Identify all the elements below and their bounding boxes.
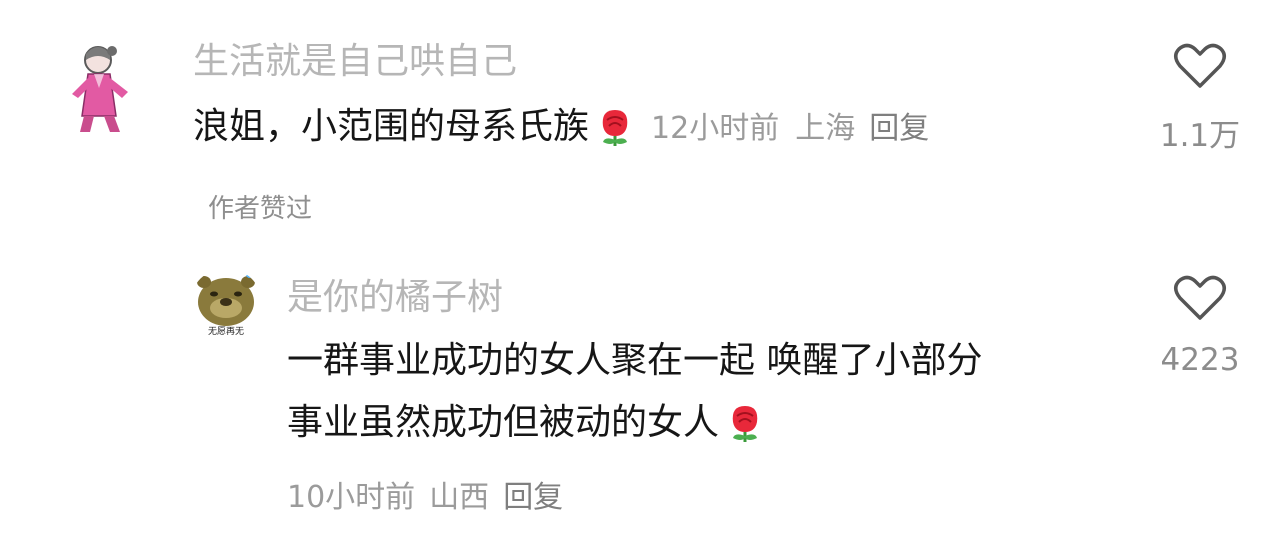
rose-icon	[595, 104, 635, 168]
comment-text-line: 一群事业成功的女人聚在一起 唤醒了小部分	[287, 340, 983, 381]
heart-icon[interactable]	[1173, 274, 1227, 322]
comment-1: 生活就是自己哄自己 浪姐，小范围的母系氏族 12小时前 上海 回复 1.1万 作者赞…	[0, 0, 1278, 230]
author-liked-badge: 作者赞过	[208, 194, 313, 224]
comment-username[interactable]: 是你的橘子树	[287, 276, 503, 320]
comment-text: 浪姐，小范围的母系氏族 12小时前 上海 回复	[193, 96, 929, 168]
comment-username[interactable]: 生活就是自己哄自己	[193, 40, 517, 84]
avatar-figure-icon	[72, 46, 128, 132]
comment-text: 一群事业成功的女人聚在一起 唤醒了小部分 事业虽然成功但被动的女人	[287, 330, 982, 464]
like-count: 4223	[1160, 342, 1240, 378]
like-area: 1.1万	[1145, 42, 1255, 155]
avatar[interactable]: 无愿再无	[190, 268, 262, 340]
comment-2: 无愿再无 是你的橘子树 一群事业成功的女人聚在一起 唤醒了小部分 事业虽然成功但…	[0, 250, 1278, 536]
comment-time: 12小时前	[651, 111, 780, 146]
comment-location: 上海	[795, 111, 856, 146]
comment-text-line-2: 事业虽然成功但被动的女人	[287, 392, 982, 464]
bear-icon: 无愿再无	[197, 273, 255, 337]
reply-button[interactable]: 回复	[869, 111, 929, 146]
avatar-caption: 无愿再无	[208, 326, 244, 337]
avatar[interactable]	[66, 42, 134, 136]
comment-text-line: 浪姐，小范围的母系氏族	[193, 106, 590, 147]
heart-icon[interactable]	[1173, 42, 1227, 90]
rose-icon	[725, 400, 765, 464]
comment-location: 山西	[429, 480, 490, 515]
comment-meta: 10小时前 山西 回复	[287, 472, 563, 516]
comment-time: 10小时前	[287, 480, 416, 515]
like-area: 4223	[1145, 274, 1255, 378]
reply-button[interactable]: 回复	[503, 480, 563, 515]
comment-text-line: 事业虽然成功但被动的女人	[287, 402, 720, 443]
like-count: 1.1万	[1159, 118, 1241, 154]
